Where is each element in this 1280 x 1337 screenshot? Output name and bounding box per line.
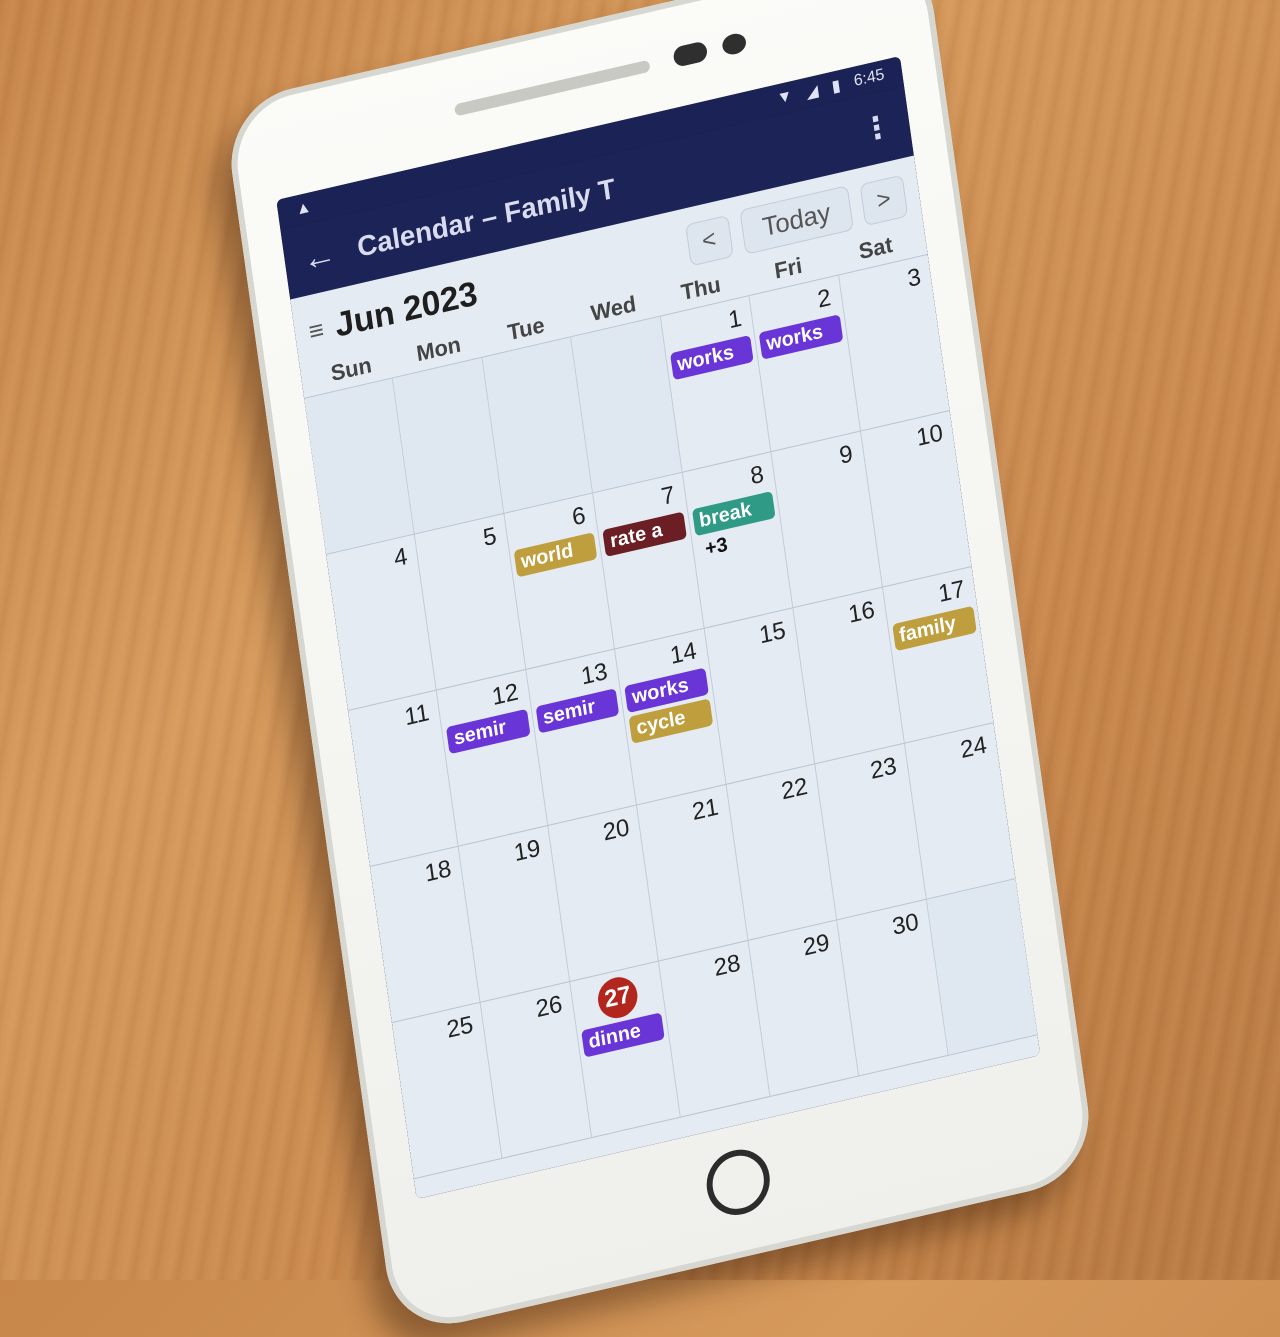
- status-time: 6:45: [852, 66, 886, 90]
- front-camera: [721, 31, 748, 57]
- proximity-sensor: [672, 40, 709, 68]
- more-options-icon[interactable]: ⋮: [860, 107, 894, 149]
- screen: ▲ ▼ ◢ ▮ 6:45 ← Calendar – Family T ⋮ ≡ J…: [276, 56, 1041, 1200]
- next-month-button[interactable]: >: [859, 174, 909, 226]
- battery-icon: ▮: [830, 77, 842, 97]
- calendar-view: ≡ Jun 2023 < Today > Sun Mon Tue Wed Thu Fri S…: [290, 155, 1041, 1200]
- back-arrow-icon[interactable]: ←: [300, 234, 339, 280]
- wifi-icon: ▼: [775, 87, 794, 108]
- signal-icon: ◢: [805, 82, 820, 103]
- earpiece-speaker: [453, 59, 651, 117]
- home-button[interactable]: [702, 1143, 774, 1222]
- notification-icon: ▲: [294, 198, 313, 219]
- prev-month-button[interactable]: <: [684, 214, 734, 267]
- today-date-badge: 27: [595, 973, 641, 1023]
- event-chip[interactable]: dinne: [580, 1012, 666, 1058]
- menu-icon[interactable]: ≡: [307, 314, 326, 348]
- month-grid: 1 works 2 works 3 4 5 6 world 7 rate a 8 break +3 9 10 1…: [304, 254, 1038, 1180]
